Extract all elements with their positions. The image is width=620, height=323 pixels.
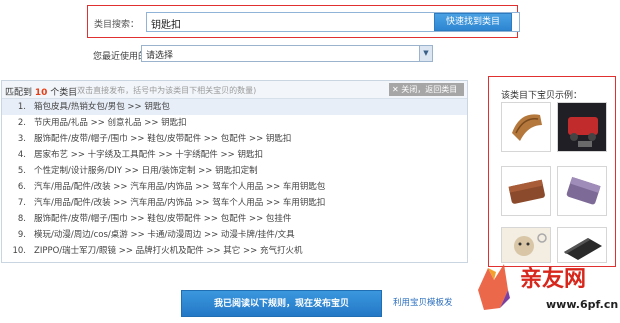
sample-thumbnail-purple-wallet[interactable] bbox=[557, 166, 607, 216]
search-label: 类目搜索： bbox=[94, 20, 140, 30]
list-item[interactable]: 5. 个性定制/设计服务/DIY >> 日用/装饰定制 >> 钥匙扣定制 bbox=[2, 163, 467, 179]
watermark-url: www.6pf.cn bbox=[546, 298, 618, 311]
results-count: 10 bbox=[34, 88, 48, 98]
list-item[interactable]: 8. 服饰配件/皮带/帽子/围巾 >> 鞋包/皮带配件 >> 包配件 >> 包挂件 bbox=[2, 211, 467, 227]
list-item[interactable]: 4. 居家布艺 >> 十字绣及工具配件 >> 十字绣配件 >> 钥匙扣 bbox=[2, 147, 467, 163]
list-item[interactable]: 6. 汽车/用品/配件/改装 >> 汽车用品/内饰品 >> 驾车个人用品 >> 车… bbox=[2, 179, 467, 195]
sample-thumbnail-car-case[interactable] bbox=[557, 102, 607, 152]
list-item-number: 6. bbox=[17, 182, 26, 192]
list-item[interactable]: 1. 箱包皮具/热销女包/男包 >> 钥匙包 bbox=[2, 99, 467, 115]
close-return-button[interactable]: ✕ 关闭，返回类目 bbox=[389, 83, 464, 96]
list-item[interactable]: 7. 汽车/用品/配件/改装 >> 汽车用品/内饰品 >> 驾车个人用品 >> 车… bbox=[2, 195, 467, 211]
list-item-number: 3. bbox=[17, 134, 26, 144]
list-item-number: 4. bbox=[17, 150, 26, 160]
list-item-path: 居家布艺 >> 十字绣及工具配件 >> 十字绣配件 >> 钥匙扣 bbox=[34, 150, 263, 160]
recent-category-select[interactable]: 请选择 ▼ bbox=[141, 45, 433, 62]
sample-thumbnail-key-pouch[interactable] bbox=[501, 102, 551, 152]
recent-category-value: 请选择 bbox=[146, 51, 174, 61]
sample-items-panel: 该类目下宝贝示例： bbox=[488, 76, 616, 267]
list-item-path: 模玩/动漫/周边/cos/桌游 >> 卡通/动漫周边 >> 动漫卡牌/挂件/文具 bbox=[34, 230, 295, 240]
quick-find-button[interactable]: 快速找到类目 bbox=[434, 13, 512, 31]
list-item-number: 5. bbox=[17, 166, 26, 176]
list-item-number: 7. bbox=[17, 198, 26, 208]
list-item-path: ZIPPO/瑞士军刀/眼镜 >> 品牌打火机及配件 >> 其它 >> 充气打火机 bbox=[34, 246, 303, 256]
list-item-path: 服饰配件/皮带/帽子/围巾 >> 鞋包/皮带配件 >> 包配件 >> 包挂件 bbox=[34, 214, 292, 224]
close-icon: ✕ bbox=[392, 85, 399, 94]
results-title-prefix: 匹配到 bbox=[5, 88, 33, 98]
watermark-brand: 亲友网 bbox=[520, 267, 586, 292]
sample-title: 该类目下宝贝示例： bbox=[501, 91, 583, 101]
watermark-animal-icon bbox=[478, 264, 510, 310]
list-item[interactable]: 2. 节庆用品/礼品 >> 创意礼品 >> 钥匙扣 bbox=[2, 115, 467, 131]
list-item-path: 汽车/用品/配件/改装 >> 汽车用品/内饰品 >> 驾车个人用品 >> 车用钥… bbox=[34, 182, 326, 192]
list-item-path: 服饰配件/皮带/帽子/围巾 >> 鞋包/皮带配件 >> 包配件 >> 钥匙扣 bbox=[34, 134, 292, 144]
template-publish-link[interactable]: 利用宝贝模板发 bbox=[393, 296, 453, 308]
list-item-path: 节庆用品/礼品 >> 创意礼品 >> 钥匙扣 bbox=[34, 118, 187, 128]
results-panel: 匹配到 10 个类目 (双击直接发布，括号中为该类目下相关宝贝的数量) ✕ 关闭… bbox=[1, 80, 468, 263]
list-item-number: 10. bbox=[12, 246, 26, 256]
category-list: 1. 箱包皮具/热销女包/男包 >> 钥匙包 2. 节庆用品/礼品 >> 创意礼品 … bbox=[2, 99, 467, 259]
publish-item-button[interactable]: 我已阅读以下规则，现在发布宝贝 bbox=[181, 290, 382, 317]
list-item[interactable]: 3. 服饰配件/皮带/帽子/围巾 >> 鞋包/皮带配件 >> 包配件 >> 钥匙扣 bbox=[2, 131, 467, 147]
close-return-label: 关闭，返回类目 bbox=[401, 85, 458, 94]
list-item-number: 8. bbox=[17, 214, 26, 224]
results-hint: (双击直接发布，括号中为该类目下相关宝贝的数量) bbox=[74, 86, 257, 95]
results-header: 匹配到 10 个类目 (双击直接发布，括号中为该类目下相关宝贝的数量) ✕ 关闭… bbox=[2, 81, 467, 99]
chevron-down-icon[interactable]: ▼ bbox=[419, 46, 432, 61]
list-item-number: 1. bbox=[17, 102, 26, 112]
list-item-number: 2. bbox=[17, 118, 26, 128]
sample-thumbnail-brown-wallet[interactable] bbox=[501, 166, 551, 216]
watermark-logo: 亲友网 www.6pf.cn bbox=[470, 250, 620, 320]
list-item-path: 个性定制/设计服务/DIY >> 日用/装饰定制 >> 钥匙扣定制 bbox=[34, 166, 258, 176]
list-item-number: 9. bbox=[17, 230, 26, 240]
list-item[interactable]: 9. 模玩/动漫/周边/cos/桌游 >> 卡通/动漫周边 >> 动漫卡牌/挂件/… bbox=[2, 227, 467, 243]
list-item-path: 汽车/用品/配件/改装 >> 汽车用品/内饰品 >> 驾车个人用品 >> 车用钥… bbox=[34, 198, 326, 208]
results-title: 匹配到 10 个类目 bbox=[5, 85, 77, 98]
category-search-box: 类目搜索： 钥匙扣 快速找到类目 bbox=[87, 5, 520, 38]
list-item[interactable]: 10. ZIPPO/瑞士军刀/眼镜 >> 品牌打火机及配件 >> 其它 >> 充气… bbox=[2, 243, 467, 259]
list-item-path: 箱包皮具/热销女包/男包 >> 钥匙包 bbox=[34, 102, 170, 112]
